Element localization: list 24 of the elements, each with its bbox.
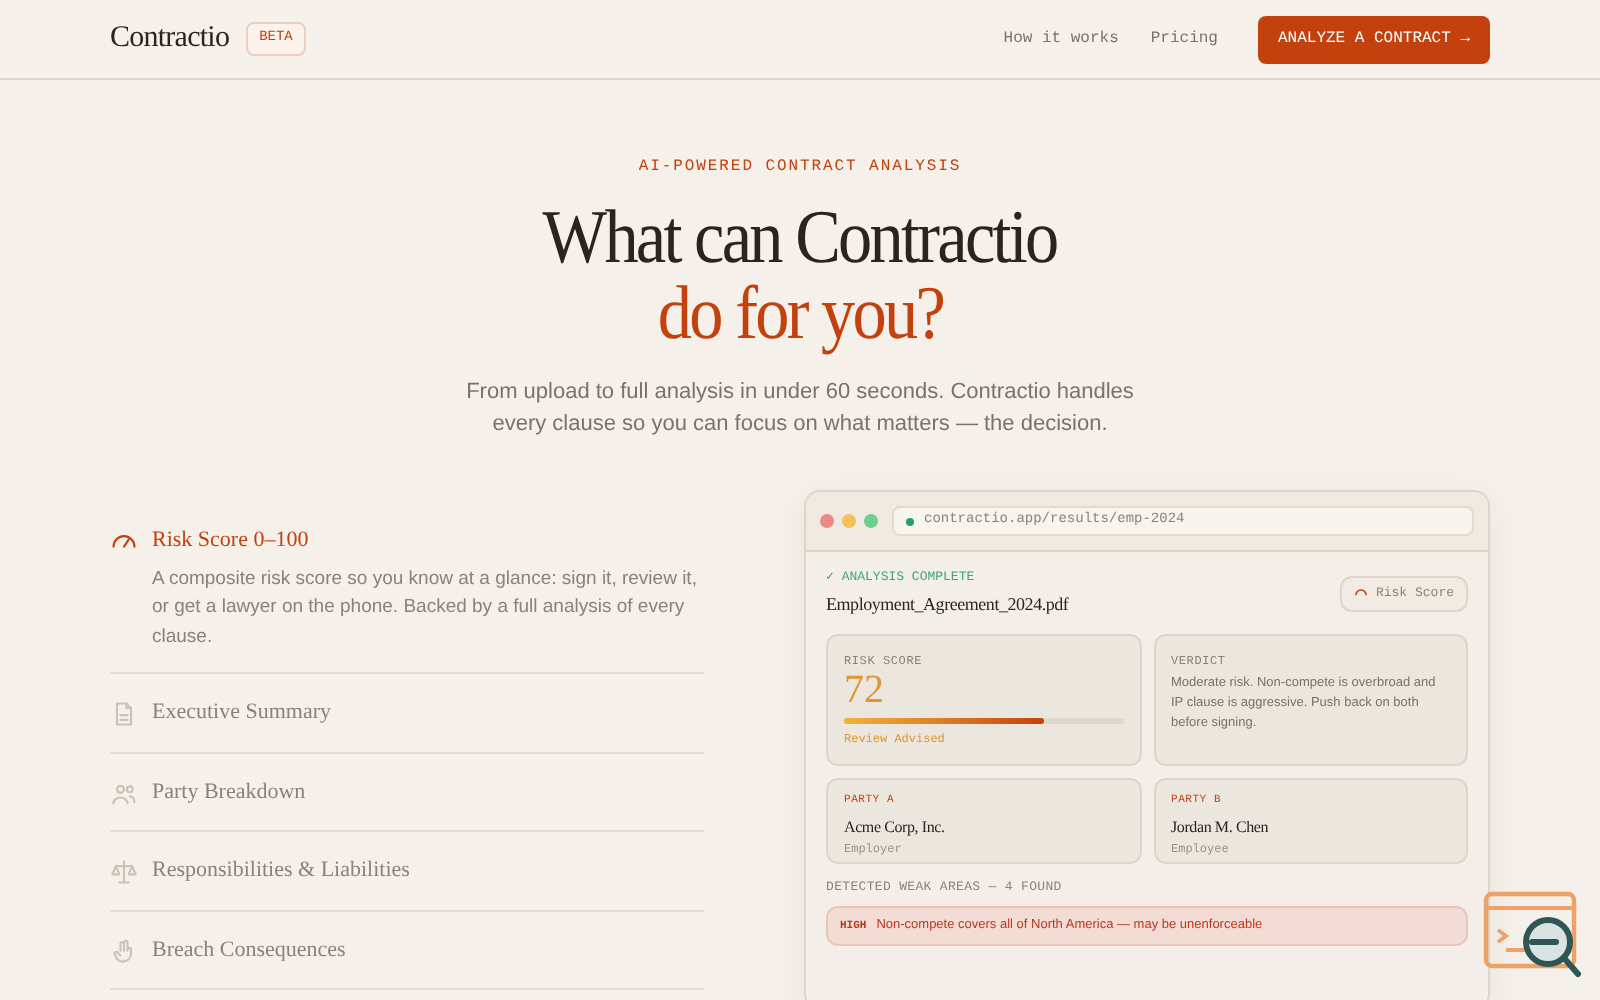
gauge-icon <box>1353 586 1368 601</box>
file-name: Employment_Agreement_2024.pdf <box>826 591 1069 618</box>
party-name: Jordan M. Chen <box>1171 815 1271 839</box>
document-icon <box>110 700 138 728</box>
hand-icon <box>110 937 138 965</box>
risk-score-value: 72 <box>844 670 886 711</box>
people-icon <box>110 779 138 807</box>
analyze-contract-button[interactable]: ANALYZE A CONTRACT → <box>1257 15 1490 63</box>
logo[interactable]: Contractio <box>110 16 230 62</box>
nav-link[interactable]: Pricing <box>1150 27 1218 51</box>
hero-subtitle: From upload to full analysis in under 60 seconds. Contractio handles every clause so you can focus on what matters — the decision. <box>464 378 1136 440</box>
feature-description: A composite risk score so you know at a glance: sign it, review it, or get a lawyer on the phone. Backed by a full analysis of every clause. <box>152 565 699 651</box>
hero-title: What can Contractio <box>543 200 1057 276</box>
scale-icon <box>110 858 138 886</box>
party-name: Acme Corp, Inc. <box>844 815 947 839</box>
nav-link[interactable]: How it works <box>1003 27 1119 51</box>
document-search-icon <box>1482 890 1582 982</box>
eyebrow-label: AI-POWERED CONTRACT ANALYSIS <box>638 156 962 180</box>
hero-title-accent: do for you? <box>657 276 943 352</box>
feature-title[interactable]: Responsibilities & Liabilities <box>152 854 410 887</box>
feature-title[interactable]: Executive Summary <box>152 696 332 729</box>
feature-title[interactable]: Risk Score 0–100 <box>152 524 704 557</box>
feature-title[interactable]: Breach Consequences <box>152 933 346 966</box>
feature-title[interactable]: Party Breakdown <box>152 775 306 808</box>
